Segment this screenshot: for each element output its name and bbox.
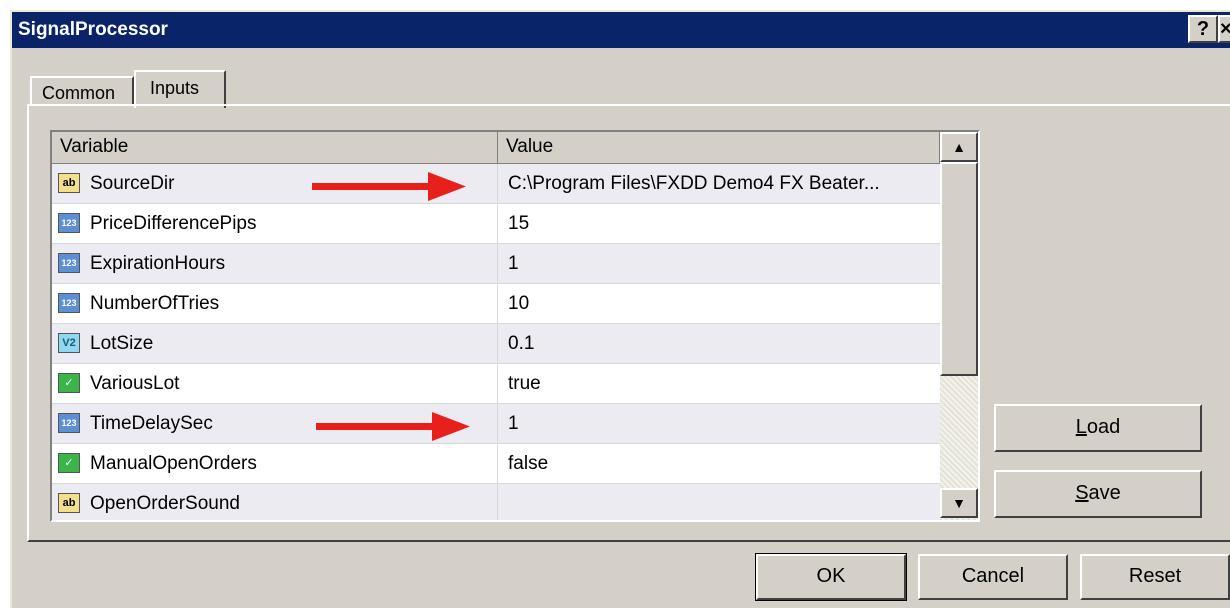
title-bar[interactable]: SignalProcessor ? ×: [12, 12, 1230, 48]
value-cell[interactable]: 15: [498, 204, 940, 243]
reset-button[interactable]: Reset: [1080, 554, 1230, 600]
grid-row[interactable]: 123 TimeDelaySec 1: [52, 404, 940, 444]
value-cell[interactable]: [498, 484, 940, 520]
variable-cell[interactable]: 123 PriceDifferencePips: [52, 204, 498, 243]
inputs-grid: Variable Value ab SourceDir C:\Program Fil…: [50, 130, 980, 522]
header-variable[interactable]: Variable: [52, 132, 498, 164]
value-cell[interactable]: true: [498, 364, 940, 403]
value-cell[interactable]: 0.1: [498, 324, 940, 363]
variable-value: C:\Program Files\FXDD Demo4 FX Beater...: [508, 173, 880, 194]
grid-row[interactable]: ✓ VariousLot true: [52, 364, 940, 404]
variable-name: ManualOpenOrders: [90, 453, 257, 474]
grid-row[interactable]: 123 NumberOfTries 10: [52, 284, 940, 324]
variable-name: NumberOfTries: [90, 293, 220, 314]
save-button[interactable]: Save: [994, 470, 1202, 518]
scroll-down-button[interactable]: ▼: [940, 488, 978, 518]
variable-cell[interactable]: ✓ ManualOpenOrders: [52, 444, 498, 483]
variable-cell[interactable]: V2 LotSize: [52, 324, 498, 363]
value-cell[interactable]: 1: [498, 404, 940, 443]
variable-value: 1: [508, 253, 519, 274]
grid-row[interactable]: V2 LotSize 0.1: [52, 324, 940, 364]
integer-type-icon: 123: [58, 253, 80, 273]
variable-value: 10: [508, 293, 530, 314]
tab-inputs-label: Inputs: [150, 78, 200, 98]
value-cell[interactable]: 10: [498, 284, 940, 323]
variable-value: 15: [508, 213, 530, 234]
variable-name: ExpirationHours: [90, 253, 226, 274]
variable-cell[interactable]: ✓ VariousLot: [52, 364, 498, 403]
window-title: SignalProcessor: [18, 19, 168, 40]
annotation-arrow-2: [316, 412, 470, 441]
help-button[interactable]: ?: [1188, 15, 1218, 43]
value-cell[interactable]: 1: [498, 244, 940, 283]
variable-value: true: [508, 373, 541, 394]
tab-inputs[interactable]: Inputs: [134, 70, 226, 108]
string-type-icon: ab: [58, 493, 80, 513]
variable-name: SourceDir: [90, 173, 175, 194]
grid-row[interactable]: ✓ ManualOpenOrders false: [52, 444, 940, 484]
integer-type-icon: 123: [58, 413, 80, 433]
variable-cell[interactable]: ab OpenOrderSound: [52, 484, 498, 520]
variable-name: VariousLot: [90, 373, 180, 394]
scroll-up-button[interactable]: ▲: [940, 132, 978, 162]
grid-row[interactable]: 123 PriceDifferencePips 15: [52, 204, 940, 244]
bool-type-icon: ✓: [58, 373, 80, 393]
variable-value: false: [508, 453, 549, 474]
close-button[interactable]: ×: [1218, 15, 1230, 43]
bool-type-icon: ✓: [58, 453, 80, 473]
variable-cell[interactable]: 123 NumberOfTries: [52, 284, 498, 323]
variable-name: OpenOrderSound: [90, 493, 240, 514]
annotation-arrow-1: [312, 172, 466, 201]
grid-row[interactable]: ab SourceDir C:\Program Files\FXDD Demo4 F…: [52, 164, 940, 204]
variable-name: PriceDifferencePips: [90, 213, 257, 234]
integer-type-icon: 123: [58, 213, 80, 233]
double-type-icon: V2: [58, 333, 80, 353]
load-button[interactable]: Load: [994, 404, 1202, 452]
variable-value: 0.1: [508, 333, 535, 354]
grid-row[interactable]: ab OpenOrderSound: [52, 484, 940, 520]
ok-button[interactable]: OK: [755, 553, 907, 601]
signal-processor-dialog: SignalProcessor ? × Common Inputs Variab…: [10, 10, 1230, 608]
variable-name: LotSize: [90, 333, 154, 354]
variable-name: TimeDelaySec: [90, 413, 213, 434]
vertical-scrollbar[interactable]: ▲ ▼: [940, 132, 978, 520]
tab-common-label: Common: [42, 83, 116, 103]
string-type-icon: ab: [58, 173, 80, 193]
integer-type-icon: 123: [58, 293, 80, 313]
value-cell[interactable]: C:\Program Files\FXDD Demo4 FX Beater...: [498, 164, 940, 203]
variable-value: 1: [508, 413, 519, 434]
tab-common[interactable]: Common: [30, 76, 134, 106]
value-cell[interactable]: false: [498, 444, 940, 483]
grid-row[interactable]: 123 ExpirationHours 1: [52, 244, 940, 284]
variable-cell[interactable]: 123 ExpirationHours: [52, 244, 498, 283]
cancel-button[interactable]: Cancel: [918, 554, 1068, 600]
header-value[interactable]: Value: [498, 132, 940, 164]
scroll-thumb[interactable]: [940, 162, 978, 376]
